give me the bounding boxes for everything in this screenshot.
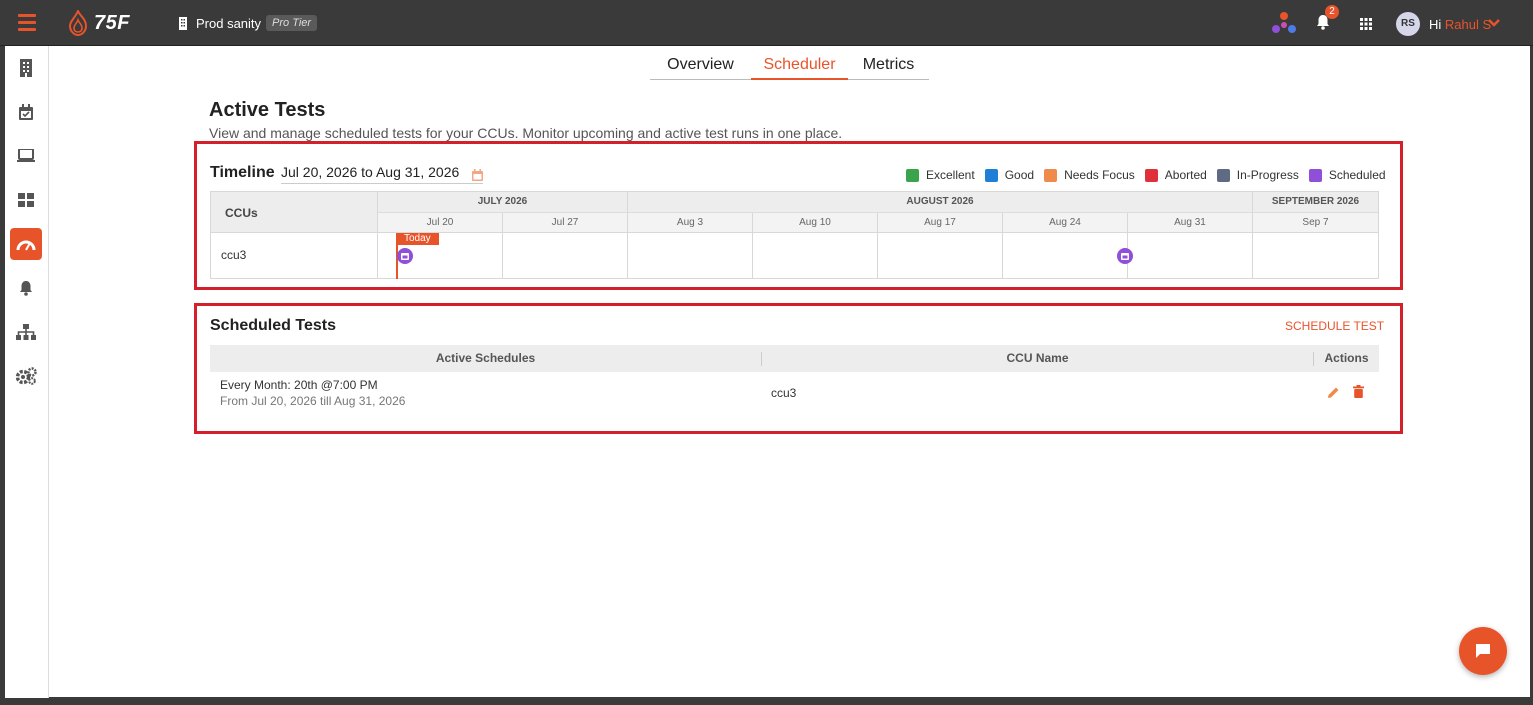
dashboard-icon [18,193,34,207]
month-header: JULY 2026 AUGUST 2026 SEPTEMBER 2026 [378,192,1378,212]
week-label: Aug 3 [628,213,753,232]
timeline-cell [628,233,753,279]
timeline-date-range[interactable]: Jul 20, 2026 to Aug 31, 2026 [281,164,483,184]
timeline-cell [1003,233,1128,279]
sidebar [5,46,49,698]
greeting-text: Hi [1429,17,1442,32]
tab-scheduler[interactable]: Scheduler [751,52,848,80]
sidebar-item-settings[interactable] [10,360,42,392]
chevron-down-icon[interactable] [1488,18,1500,28]
scheduled-tests-panel: Scheduled Tests SCHEDULE TEST Active Sch… [194,303,1403,434]
hierarchy-icon [16,324,36,340]
gauge-icon [16,240,36,251]
month-label: AUGUST 2026 [628,192,1253,212]
calendar-check-icon [19,103,33,120]
legend-item-in-progress: In-Progress [1216,168,1299,182]
today-marker-label: Today [396,233,439,245]
laptop-icon [17,149,35,162]
grid-apps-icon[interactable] [1360,18,1372,30]
schedule-recurrence: Every Month: 20th @7:00 PM [220,378,378,392]
calendar-icon[interactable] [472,169,483,181]
column-header-ccu-name: CCU Name [1006,351,1069,365]
timeline-cell [1253,233,1378,279]
week-label: Jul 20 [378,213,503,232]
timeline-panel: Timeline Jul 20, 2026 to Aug 31, 2026 Ex… [194,141,1403,290]
tab-overview[interactable]: Overview [650,52,751,80]
sidebar-item-hierarchy[interactable] [10,316,42,348]
legend-item-scheduled: Scheduled [1308,168,1386,182]
legend-item-excellent: Excellent [906,168,975,182]
table-row: Every Month: 20th @7:00 PM From Jul 20, … [210,372,1379,414]
ccu-column-header: CCUs [211,192,378,232]
schedule-test-button[interactable]: SCHEDULE TEST [1285,319,1384,333]
edit-icon[interactable] [1327,386,1340,399]
calendar-icon [1121,253,1129,260]
status-legend: Excellent Good Needs Focus Aborted In-Pr… [906,168,1386,182]
week-label: Aug 10 [753,213,878,232]
sidebar-item-schedules[interactable] [10,96,42,128]
week-label: Aug 31 [1128,213,1253,232]
sidebar-item-buildings[interactable] [10,52,42,84]
timeline-label: Timeline [210,164,275,181]
month-label: SEPTEMBER 2026 [1271,196,1360,207]
schedule-period: From Jul 20, 2026 till Aug 31, 2026 [220,394,406,408]
site-name: Prod sanity [196,15,262,31]
sidebar-item-dashboard[interactable] [10,184,42,216]
building-icon [179,16,187,30]
site-selector[interactable]: Prod sanity Pro Tier [178,15,318,31]
logo-text: 75F [94,11,130,34]
page-tabs: Overview Scheduler Metrics [650,52,929,80]
week-label: Jul 27 [503,213,628,232]
week-label: Aug 17 [878,213,1003,232]
user-greeting[interactable]: Hi Rahul S [1429,17,1491,32]
timeline-cell [503,233,628,279]
chat-button[interactable] [1459,627,1507,675]
user-name: Rahul S [1444,17,1492,32]
timeline-cell [1128,233,1253,279]
legend-item-needs-focus: Needs Focus [1044,168,1135,182]
menu-icon[interactable] [18,14,36,32]
page-title: Active Tests [209,99,326,121]
user-avatar[interactable]: RS [1396,12,1420,36]
calendar-icon [401,253,409,260]
delete-icon[interactable] [1353,385,1364,398]
ccu-row-label: ccu3 [211,232,378,278]
week-header: Jul 20 Jul 27 Aug 3 Aug 10 Aug 17 Aug 24… [378,212,1378,232]
logo[interactable]: 75F [66,10,130,36]
tier-badge: Pro Tier [266,15,318,31]
column-header-schedules: Active Schedules [435,351,536,365]
table-header: Active Schedules CCU Name Actions [210,345,1379,372]
settings-icon [15,367,37,385]
tab-metrics[interactable]: Metrics [848,52,929,80]
scheduled-tests-label: Scheduled Tests [210,317,336,334]
ccu-row-cells: Today [378,232,1378,279]
timeline-grid: CCUs JULY 2026 AUGUST 2026 SEPTEMBER 202… [210,191,1379,279]
page-subtitle: View and manage scheduled tests for your… [209,125,843,141]
week-label: Aug 24 [1003,213,1128,232]
sidebar-item-tests[interactable] [10,228,42,260]
chat-icon [1476,644,1490,658]
apps-cluster-icon[interactable] [1271,11,1297,35]
flame-logo-icon [68,10,88,36]
building-icon [20,59,32,77]
column-header-actions: Actions [1324,351,1369,365]
timeline-cell [878,233,1003,279]
window-frame-bottom [0,697,1533,705]
sidebar-item-devices[interactable] [10,140,42,172]
legend-item-good: Good [984,168,1034,182]
scheduled-test-marker[interactable] [397,248,413,264]
legend-item-aborted: Aborted [1144,168,1207,182]
week-label: Sep 7 [1302,217,1329,228]
sidebar-item-alerts[interactable] [10,272,42,304]
scheduled-test-marker[interactable] [1117,248,1133,264]
notification-badge: 2 [1325,5,1339,19]
schedule-ccu-name: ccu3 [771,386,797,400]
month-label: JULY 2026 [378,192,628,212]
top-bar: 75F Prod sanity Pro Tier 2 RS Hi Rahul S [0,0,1533,46]
timeline-cell [753,233,878,279]
bell-icon [20,281,32,296]
